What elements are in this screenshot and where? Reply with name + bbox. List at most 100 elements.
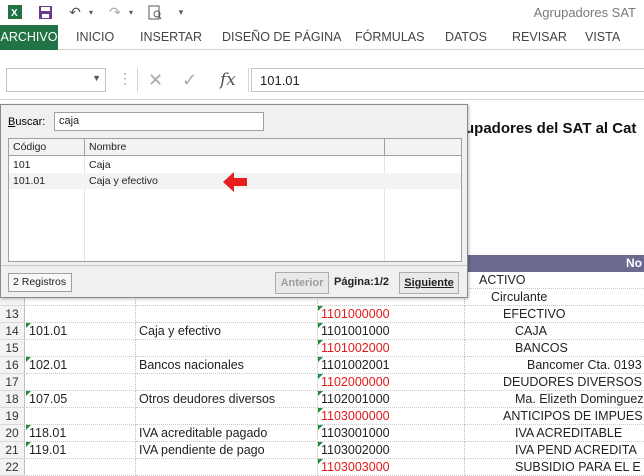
resize-handle-icon[interactable]: ⋮ [118, 70, 132, 87]
tab-revisar[interactable]: REVISAR [512, 25, 567, 50]
excel-icon[interactable]: X [6, 4, 24, 20]
sheet-row[interactable]: 20 118.01 IVA acreditable pagado 1103001000… [0, 425, 644, 442]
search-input[interactable]: caja [54, 112, 264, 131]
formula-bar: ▼ ⋮ ✕ ✓ fx 101.01 [0, 60, 644, 100]
cell-account-name[interactable]: ANTICIPOS DE IMPUES [465, 408, 644, 425]
row-number[interactable]: 21 [0, 442, 25, 459]
cell-account-number[interactable]: 1103001000 [318, 425, 465, 442]
cell-sat-code[interactable]: 101.01 [26, 323, 136, 340]
row-number[interactable]: 13 [0, 306, 25, 323]
name-box[interactable]: ▼ [6, 68, 106, 92]
cell-sat-code[interactable] [26, 374, 136, 391]
tab-formulas[interactable]: FÓRMULAS [355, 25, 424, 50]
cell-sat-code[interactable]: 102.01 [26, 357, 136, 374]
cell-sat-code[interactable]: 107.05 [26, 391, 136, 408]
cell-account-name[interactable]: Bancomer Cta. 0193 [465, 357, 644, 374]
ribbon-tabs: ARCHIVO INICIO INSERTAR DISEÑO DE PÁGINA… [0, 25, 644, 50]
cell-sat-name[interactable] [136, 306, 318, 323]
cell-account-number[interactable]: 1102001000 [318, 391, 465, 408]
redo-icon[interactable]: ↷ [106, 4, 124, 20]
row-number[interactable]: 17 [0, 374, 25, 391]
cell-sat-name[interactable] [136, 374, 318, 391]
column-header-codigo[interactable]: Código [9, 139, 85, 155]
sheet-row[interactable]: 17 1102000000 DEUDORES DIVERSOS [0, 374, 644, 391]
customize-icon[interactable]: ▾ [176, 4, 186, 20]
column-header-nombre[interactable]: Nombre [85, 139, 385, 155]
cell-account-name[interactable]: ACTIVO [465, 272, 644, 289]
previous-button[interactable]: Anterior [275, 272, 329, 294]
row-number[interactable]: 20 [0, 425, 25, 442]
cell-sat-code[interactable] [26, 408, 136, 425]
cell-sat-name[interactable]: Bancos nacionales [136, 357, 318, 374]
cell-account-name[interactable]: Ma. Elizeth Dominguez [465, 391, 644, 408]
cell-sat-code[interactable]: 118.01 [26, 425, 136, 442]
tab-insertar[interactable]: INSERTAR [140, 25, 202, 50]
sheet-row[interactable]: 18 107.05 Otros deudores diversos 110200100… [0, 391, 644, 408]
cell-account-number[interactable]: 1103002000 [318, 442, 465, 459]
search-label: Buscar: [8, 116, 46, 128]
cell-sat-name[interactable] [136, 340, 318, 357]
sheet-row[interactable]: 19 1103000000 ANTICIPOS DE IMPUES [0, 408, 644, 425]
cell-sat-code[interactable]: 119.01 [26, 442, 136, 459]
row-number[interactable]: 14 [0, 323, 25, 340]
cell-account-name[interactable]: Circulante [465, 289, 644, 306]
title-bar: X ↶ ▾ ↷ ▾ ▾ Agrupadores SAT [0, 0, 644, 25]
cell-sat-name[interactable] [136, 459, 318, 476]
cell-account-number[interactable]: 1101002000 [318, 340, 465, 357]
cell-sat-code[interactable] [26, 306, 136, 323]
cell-account-name[interactable]: DEUDORES DIVERSOS [465, 374, 644, 391]
cell-account-name[interactable]: BANCOS [465, 340, 644, 357]
cell-sat-name[interactable]: Caja y efectivo [136, 323, 318, 340]
cell-account-number[interactable]: 1103003000 [318, 459, 465, 476]
column-header-strip: No [465, 255, 644, 272]
row-number[interactable]: 22 [0, 459, 25, 476]
next-button[interactable]: Siguiente [399, 272, 459, 294]
tab-archivo[interactable]: ARCHIVO [0, 25, 58, 50]
row-number[interactable]: 19 [0, 408, 25, 425]
sheet-row[interactable]: 22 1103003000 SUBSIDIO PARA EL E [0, 459, 644, 476]
search-dialog: Buscar: caja Código Nombre 101 Caja 101.… [0, 104, 468, 298]
cell-sat-name[interactable] [136, 408, 318, 425]
row-number[interactable]: 16 [0, 357, 25, 374]
sheet-row[interactable]: 13 1101000000 EFECTIVO [0, 306, 644, 323]
formula-input[interactable]: 101.01 [251, 68, 644, 92]
cell-account-number[interactable]: 1102000000 [318, 374, 465, 391]
cell-account-name[interactable]: SUBSIDIO PARA EL E [465, 459, 644, 476]
row-number[interactable]: 18 [0, 391, 25, 408]
print-preview-icon[interactable] [146, 4, 164, 20]
insert-function-icon[interactable]: fx [220, 70, 236, 90]
cell-account-name[interactable]: CAJA [465, 323, 644, 340]
sheet-row[interactable]: 14 101.01 Caja y efectivo 1101001000 CAJA [0, 323, 644, 340]
cell-sat-name[interactable]: IVA acreditable pagado [136, 425, 318, 442]
chevron-down-icon[interactable]: ▼ [92, 73, 101, 83]
sheet-row[interactable]: 16 102.01 Bancos nacionales 1101002001 Banco… [0, 357, 644, 374]
enter-icon[interactable]: ✓ [182, 70, 197, 91]
cell-account-number[interactable]: 1101002001 [318, 357, 465, 374]
cell-account-number[interactable]: 1101001000 [318, 323, 465, 340]
save-icon[interactable] [36, 4, 54, 20]
cancel-icon[interactable]: ✕ [148, 70, 163, 91]
cell-account-name[interactable]: EFECTIVO [465, 306, 644, 323]
search-label-rest: uscar: [15, 116, 46, 128]
cell-sat-name[interactable]: IVA pendiente de pago [136, 442, 318, 459]
redo-dropdown-icon[interactable]: ▾ [126, 4, 136, 20]
cell-account-name[interactable]: IVA PEND ACREDITA [465, 442, 644, 459]
row-number[interactable]: 15 [0, 340, 25, 357]
cell-sat-name[interactable]: Otros deudores diversos [136, 391, 318, 408]
undo-icon[interactable]: ↶ [66, 4, 84, 20]
cell-account-name[interactable]: IVA ACREDITABLE [465, 425, 644, 442]
sheet-row[interactable]: 21 119.01 IVA pendiente de pago 1103002000 I… [0, 442, 644, 459]
cell-sat-code[interactable] [26, 459, 136, 476]
tab-diseno-de-pagina[interactable]: DISEÑO DE PÁGINA [222, 25, 341, 50]
cell-account-number[interactable]: 1101000000 [318, 306, 465, 323]
results-grid[interactable]: Código Nombre 101 Caja 101.01 Caja y efe… [8, 138, 462, 262]
sheet-row[interactable]: 15 1101002000 BANCOS [0, 340, 644, 357]
sheet-title: upadores del SAT al Cat [465, 120, 637, 137]
cell-account-number[interactable]: 1103000000 [318, 408, 465, 425]
tab-datos[interactable]: DATOS [445, 25, 487, 50]
cell-sat-code[interactable] [26, 340, 136, 357]
tab-vista[interactable]: VISTA [585, 25, 620, 50]
undo-dropdown-icon[interactable]: ▾ [86, 4, 96, 20]
tab-inicio[interactable]: INICIO [76, 25, 114, 50]
arrow-left-icon [223, 172, 247, 192]
